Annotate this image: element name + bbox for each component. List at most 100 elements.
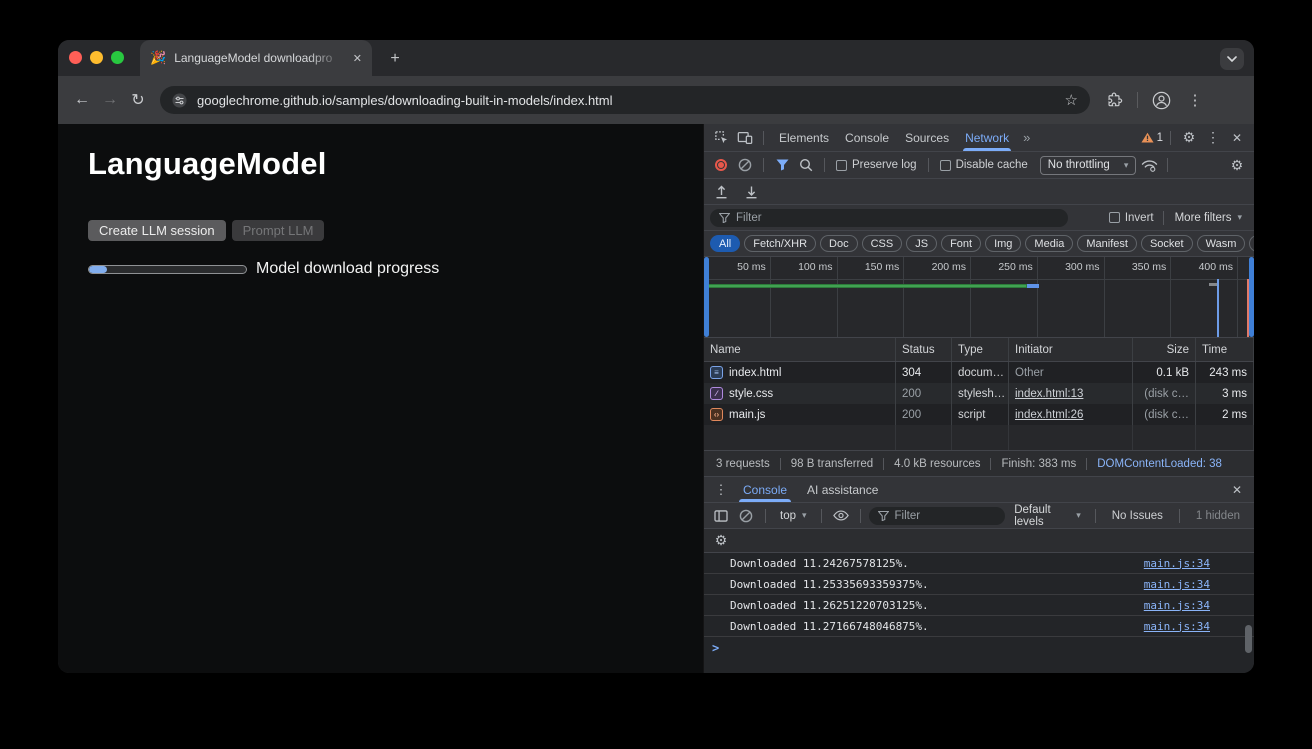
console-scrollbar-thumb[interactable] [1245, 625, 1252, 653]
device-toolbar-icon[interactable] [734, 128, 756, 148]
request-name[interactable]: main.js [729, 409, 765, 421]
network-filter-input[interactable]: Filter [710, 209, 1068, 227]
throttling-value: No throttling [1048, 159, 1110, 171]
back-button[interactable]: ← [68, 86, 96, 114]
network-settings-gear-icon[interactable]: ⚙ [1226, 157, 1248, 174]
network-conditions-icon[interactable] [1138, 155, 1160, 175]
request-type-chip[interactable]: Manifest [1077, 235, 1137, 252]
request-type-chip[interactable]: Wasm [1197, 235, 1246, 252]
issues-counter[interactable]: 1 [1141, 132, 1163, 144]
maximize-window-button[interactable] [111, 51, 124, 64]
console-sidebar-toggle-icon[interactable] [710, 506, 732, 526]
console-source-link[interactable]: main.js:34 [1144, 599, 1210, 612]
invert-label: Invert [1125, 212, 1154, 224]
request-type-chip[interactable]: Fetch/XHR [744, 235, 816, 252]
devtools-settings-gear-icon[interactable]: ⚙ [1178, 129, 1200, 146]
bookmark-star-icon[interactable]: ☆ [1065, 91, 1078, 109]
devtools-tab[interactable]: Elements [771, 124, 837, 151]
tab-search-button[interactable] [1220, 48, 1244, 70]
search-icon[interactable] [795, 155, 817, 175]
profile-avatar-icon[interactable] [1147, 86, 1175, 114]
table-row[interactable]: ‹›main.js 200 script index.html:26 (disk… [704, 404, 1254, 425]
checkbox-unchecked[interactable] [1109, 212, 1120, 223]
issues-status[interactable]: No Issues [1104, 510, 1171, 522]
clear-network-log-icon[interactable] [734, 155, 756, 175]
export-har-icon[interactable] [740, 182, 762, 202]
console-prompt[interactable]: > [704, 637, 1254, 659]
disable-cache-label: Disable cache [956, 159, 1028, 171]
request-type-chip[interactable]: CSS [862, 235, 903, 252]
column-header-type[interactable]: Type [952, 338, 1009, 361]
filter-funnel-icon[interactable] [771, 155, 793, 175]
address-bar[interactable]: googlechrome.github.io/samples/downloadi… [160, 86, 1090, 114]
disable-cache-checkbox[interactable]: Disable cache [936, 159, 1032, 171]
more-filters-dropdown[interactable]: More filters ▾ [1169, 212, 1248, 224]
execution-context-dropdown[interactable]: top ▾ [774, 510, 813, 522]
network-overview-timeline[interactable]: 50 ms100 ms150 ms200 ms250 ms300 ms350 m… [704, 257, 1254, 338]
checkbox-unchecked[interactable] [836, 160, 847, 171]
column-header-size[interactable]: Size [1133, 338, 1196, 361]
drawer-close-icon[interactable]: ✕ [1226, 483, 1248, 497]
minimize-window-button[interactable] [90, 51, 103, 64]
forward-button[interactable]: → [96, 86, 124, 114]
console-source-link[interactable]: main.js:34 [1144, 578, 1210, 591]
reload-button[interactable]: ↻ [124, 86, 152, 114]
devtools-tab[interactable]: Sources [897, 124, 957, 151]
overview-left-handle[interactable] [704, 257, 709, 337]
console-filter-input[interactable]: Filter [869, 507, 1006, 525]
browser-window: 🎉 LanguageModel downloadpro ✕ + ← → ↻ [58, 40, 1254, 673]
live-expression-eye-icon[interactable] [830, 506, 852, 526]
log-levels-dropdown[interactable]: Default levels ▾ [1008, 504, 1087, 528]
request-type-chip[interactable]: Media [1025, 235, 1073, 252]
tab-ai-assistance[interactable]: AI assistance [798, 477, 887, 502]
console-source-link[interactable]: main.js:34 [1144, 620, 1210, 633]
overview-right-handle[interactable] [1249, 257, 1254, 337]
clear-console-icon[interactable] [735, 506, 757, 526]
devtools-close-icon[interactable]: ✕ [1226, 131, 1248, 145]
browser-tab[interactable]: 🎉 LanguageModel downloadpro ✕ [140, 40, 372, 76]
table-row[interactable]: ≡index.html 304 docum… Other 0.1 kB 243 … [704, 362, 1254, 383]
request-type-chip[interactable]: Other [1249, 235, 1254, 252]
checkbox-unchecked[interactable] [940, 160, 951, 171]
table-row[interactable]: ∕style.css 200 stylesh… index.html:13 (d… [704, 383, 1254, 404]
preserve-log-checkbox[interactable]: Preserve log [832, 159, 921, 171]
import-har-icon[interactable] [710, 182, 732, 202]
browser-menu-kebab-icon[interactable]: ⋮ [1181, 86, 1209, 114]
request-type-chip[interactable]: Doc [820, 235, 858, 252]
column-header-time[interactable]: Time [1196, 338, 1254, 361]
tab-console[interactable]: Console [734, 477, 796, 502]
create-llm-session-button[interactable]: Create LLM session [88, 220, 226, 241]
tab-close-icon[interactable]: ✕ [353, 52, 362, 65]
more-tabs-icon[interactable]: » [1019, 130, 1034, 145]
request-type-chip[interactable]: JS [906, 235, 937, 252]
new-tab-button[interactable]: + [385, 49, 405, 69]
devtools-tab[interactable]: Console [837, 124, 897, 151]
drawer-menu-kebab-icon[interactable]: ⋮ [710, 482, 732, 498]
devtools-menu-kebab-icon[interactable]: ⋮ [1202, 129, 1224, 146]
request-name[interactable]: index.html [729, 367, 781, 379]
column-header-initiator[interactable]: Initiator [1009, 338, 1133, 361]
inspect-element-icon[interactable] [710, 128, 732, 148]
initiator-link[interactable]: index.html:26 [1015, 409, 1083, 421]
console-settings-gear-icon[interactable]: ⚙ [710, 532, 732, 549]
throttling-dropdown[interactable]: No throttling ▾ [1040, 156, 1137, 175]
hidden-messages-count[interactable]: 1 hidden [1188, 510, 1248, 522]
site-info-icon[interactable] [172, 93, 187, 108]
request-type-chip[interactable]: All [710, 235, 740, 252]
column-header-status[interactable]: Status [896, 338, 952, 361]
console-source-link[interactable]: main.js:34 [1144, 557, 1210, 570]
request-type-chip[interactable]: Img [985, 235, 1021, 252]
request-type-chip[interactable]: Font [941, 235, 981, 252]
request-type-chip[interactable]: Socket [1141, 235, 1193, 252]
record-network-log-icon[interactable] [710, 155, 732, 175]
column-header-name[interactable]: Name [704, 338, 896, 361]
invert-checkbox[interactable]: Invert [1105, 212, 1158, 224]
close-window-button[interactable] [69, 51, 82, 64]
overview-request-bar-green [705, 284, 1027, 288]
url-text[interactable]: googlechrome.github.io/samples/downloadi… [197, 93, 1055, 108]
request-name[interactable]: style.css [729, 388, 773, 400]
initiator-link[interactable]: index.html:13 [1015, 388, 1083, 400]
extensions-puzzle-icon[interactable] [1100, 86, 1128, 114]
devtools-tab[interactable]: Network [957, 124, 1017, 151]
progressbar-fill [89, 266, 107, 273]
